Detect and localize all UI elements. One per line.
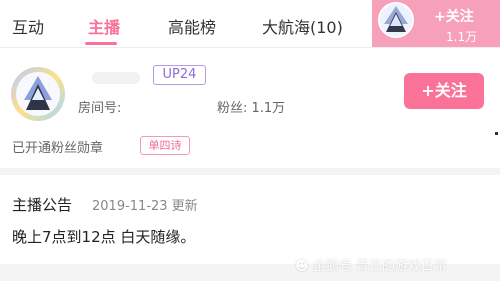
streamer-avatar-icon[interactable]: [10, 66, 66, 122]
tab-streamer[interactable]: 主播: [88, 14, 120, 38]
section-divider: [0, 168, 500, 175]
top-tab-bar: 互动 主播 高能榜 大航海(10) +关注 1.1万: [0, 0, 500, 48]
fans-count-label: 粉丝: 1.1万: [217, 101, 286, 116]
header-follow-label: +关注: [434, 9, 474, 25]
up-level-badge: UP24: [153, 65, 206, 85]
edge-marker: [495, 132, 498, 135]
watermark: ☻ 企鹅号 青芒的游戏日常: [295, 255, 447, 274]
fan-medal-badge: 单四诗: [140, 136, 190, 155]
announcement-date: 2019-11-23 更新: [92, 199, 198, 214]
tab-interaction[interactable]: 互动: [12, 14, 44, 38]
watermark-text: 企鹅号 青芒的游戏日常: [312, 259, 447, 274]
room-number-label: 房间号:: [78, 101, 122, 116]
tab-guard[interactable]: 大航海(10): [262, 14, 343, 38]
tab-energy-rank[interactable]: 高能榜: [168, 14, 216, 38]
streamer-avatar-icon: [378, 2, 414, 38]
follow-button[interactable]: +关注: [404, 73, 484, 109]
active-tab-indicator: [85, 42, 117, 45]
fan-medal-status: 已开通粉丝勋章: [12, 141, 104, 156]
header-follow-button[interactable]: +关注 1.1万: [372, 0, 500, 47]
header-follow-count: 1.1万: [446, 30, 478, 44]
announcement-content: 晚上7点到12点 白天随缘。: [12, 228, 196, 246]
streamer-name-redacted: [92, 72, 140, 84]
penguin-icon: ☻: [295, 259, 309, 274]
announcement-title: 主播公告: [12, 196, 73, 214]
